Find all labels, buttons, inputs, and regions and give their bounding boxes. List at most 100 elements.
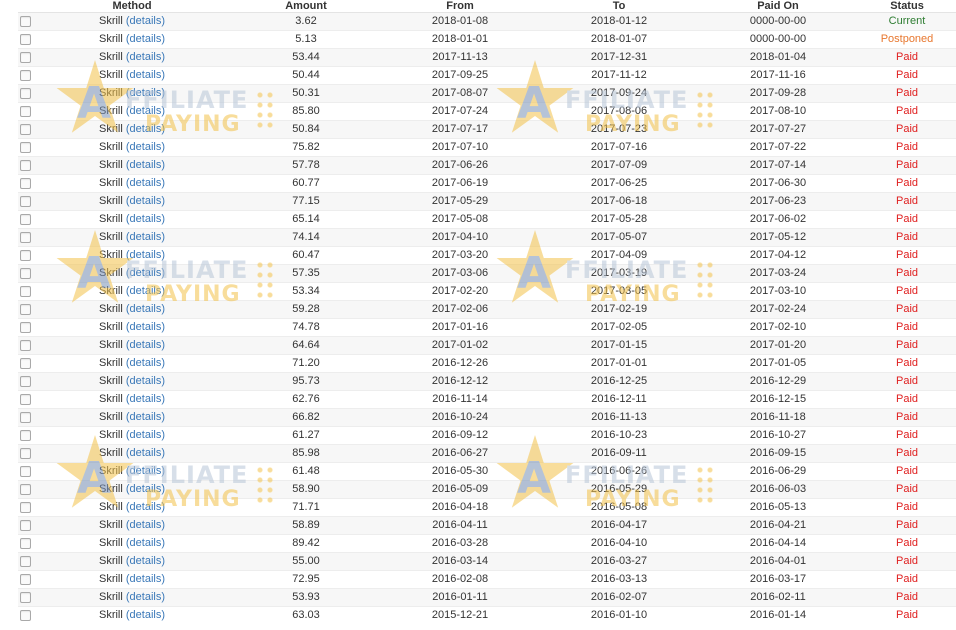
amount-cell: 58.89 (232, 516, 380, 535)
table-row: Skrill (details) 50.31 2017-08-07 2017-09-2… (18, 84, 956, 103)
row-checkbox[interactable] (19, 303, 31, 315)
row-checkbox[interactable] (19, 519, 31, 531)
details-link[interactable]: (details) (126, 609, 165, 621)
amount-cell: 89.42 (232, 534, 380, 553)
paid-on-cell: 2016-05-13 (698, 498, 858, 517)
details-link[interactable]: (details) (126, 447, 165, 459)
header-paid-on[interactable]: Paid On (698, 0, 858, 13)
details-link[interactable]: (details) (126, 51, 165, 63)
amount-cell: 77.15 (232, 192, 380, 211)
row-select-cell (18, 462, 32, 481)
paid-on-cell: 2016-11-18 (698, 408, 858, 427)
row-checkbox[interactable] (19, 213, 31, 225)
paid-on-cell: 2017-07-27 (698, 120, 858, 139)
details-link[interactable]: (details) (126, 501, 165, 513)
details-link[interactable]: (details) (126, 159, 165, 171)
row-checkbox[interactable] (19, 195, 31, 207)
row-checkbox[interactable] (19, 249, 31, 261)
details-link[interactable]: (details) (126, 321, 165, 333)
paid-on-cell: 2017-11-16 (698, 66, 858, 85)
method-cell: Skrill (details) (32, 300, 232, 319)
header-status[interactable]: Status (858, 0, 956, 13)
details-link[interactable]: (details) (126, 105, 165, 117)
row-checkbox[interactable] (19, 51, 31, 63)
row-checkbox[interactable] (19, 447, 31, 459)
row-checkbox[interactable] (19, 231, 31, 243)
amount-cell: 61.27 (232, 426, 380, 445)
details-link[interactable]: (details) (126, 285, 165, 297)
row-checkbox[interactable] (19, 105, 31, 117)
details-link[interactable]: (details) (126, 303, 165, 315)
details-link[interactable]: (details) (126, 87, 165, 99)
header-method[interactable]: Method (32, 0, 232, 13)
row-checkbox[interactable] (19, 555, 31, 567)
details-link[interactable]: (details) (126, 411, 165, 423)
from-date-cell: 2017-02-06 (380, 300, 540, 319)
details-link[interactable]: (details) (126, 69, 165, 81)
header-amount[interactable]: Amount (232, 0, 380, 13)
details-link[interactable]: (details) (126, 393, 165, 405)
row-checkbox[interactable] (19, 69, 31, 81)
row-checkbox[interactable] (19, 501, 31, 513)
details-link[interactable]: (details) (126, 231, 165, 243)
table-row: Skrill (details) 5.13 2018-01-01 2018-01-07… (18, 30, 956, 49)
amount-cell: 55.00 (232, 552, 380, 571)
header-to[interactable]: To (540, 0, 698, 13)
row-checkbox[interactable] (19, 429, 31, 441)
details-link[interactable]: (details) (126, 141, 165, 153)
details-link[interactable]: (details) (126, 267, 165, 279)
row-checkbox[interactable] (19, 321, 31, 333)
row-checkbox[interactable] (19, 33, 31, 45)
row-checkbox[interactable] (19, 177, 31, 189)
row-checkbox[interactable] (19, 375, 31, 387)
row-checkbox[interactable] (19, 483, 31, 495)
details-link[interactable]: (details) (126, 213, 165, 225)
details-link[interactable]: (details) (126, 555, 165, 567)
details-link[interactable]: (details) (126, 591, 165, 603)
row-checkbox[interactable] (19, 573, 31, 585)
status-badge: Paid (858, 534, 956, 553)
row-checkbox[interactable] (19, 15, 31, 27)
table-row: Skrill (details) 62.76 2016-11-14 2016-12-1… (18, 390, 956, 409)
header-from[interactable]: From (380, 0, 540, 13)
row-checkbox[interactable] (19, 123, 31, 135)
row-checkbox[interactable] (19, 537, 31, 549)
details-link[interactable]: (details) (126, 429, 165, 441)
status-badge: Paid (858, 408, 956, 427)
details-link[interactable]: (details) (126, 177, 165, 189)
row-checkbox[interactable] (19, 609, 31, 621)
details-link[interactable]: (details) (126, 465, 165, 477)
row-checkbox[interactable] (19, 141, 31, 153)
row-checkbox[interactable] (19, 591, 31, 603)
details-link[interactable]: (details) (126, 519, 165, 531)
row-select-cell (18, 300, 32, 319)
paid-on-cell: 2017-06-23 (698, 192, 858, 211)
details-link[interactable]: (details) (126, 249, 165, 261)
details-link[interactable]: (details) (126, 357, 165, 369)
to-date-cell: 2017-07-09 (540, 156, 698, 175)
details-link[interactable]: (details) (126, 483, 165, 495)
details-link[interactable]: (details) (126, 339, 165, 351)
row-checkbox[interactable] (19, 87, 31, 99)
row-checkbox[interactable] (19, 159, 31, 171)
row-checkbox[interactable] (19, 339, 31, 351)
details-link[interactable]: (details) (126, 573, 165, 585)
table-row: Skrill (details) 72.95 2016-02-08 2016-03-1… (18, 570, 956, 589)
from-date-cell: 2017-07-24 (380, 102, 540, 121)
row-checkbox[interactable] (19, 411, 31, 423)
row-checkbox[interactable] (19, 267, 31, 279)
row-checkbox[interactable] (19, 285, 31, 297)
details-link[interactable]: (details) (126, 195, 165, 207)
row-checkbox[interactable] (19, 393, 31, 405)
details-link[interactable]: (details) (126, 15, 165, 27)
details-link[interactable]: (details) (126, 123, 165, 135)
details-link[interactable]: (details) (126, 537, 165, 549)
row-checkbox[interactable] (19, 465, 31, 477)
method-label: Skrill (98, 69, 123, 81)
details-link[interactable]: (details) (126, 375, 165, 387)
from-date-cell: 2017-06-26 (380, 156, 540, 175)
details-link[interactable]: (details) (126, 33, 165, 45)
method-label: Skrill (98, 429, 123, 441)
row-checkbox[interactable] (19, 357, 31, 369)
paid-on-cell: 2017-01-20 (698, 336, 858, 355)
